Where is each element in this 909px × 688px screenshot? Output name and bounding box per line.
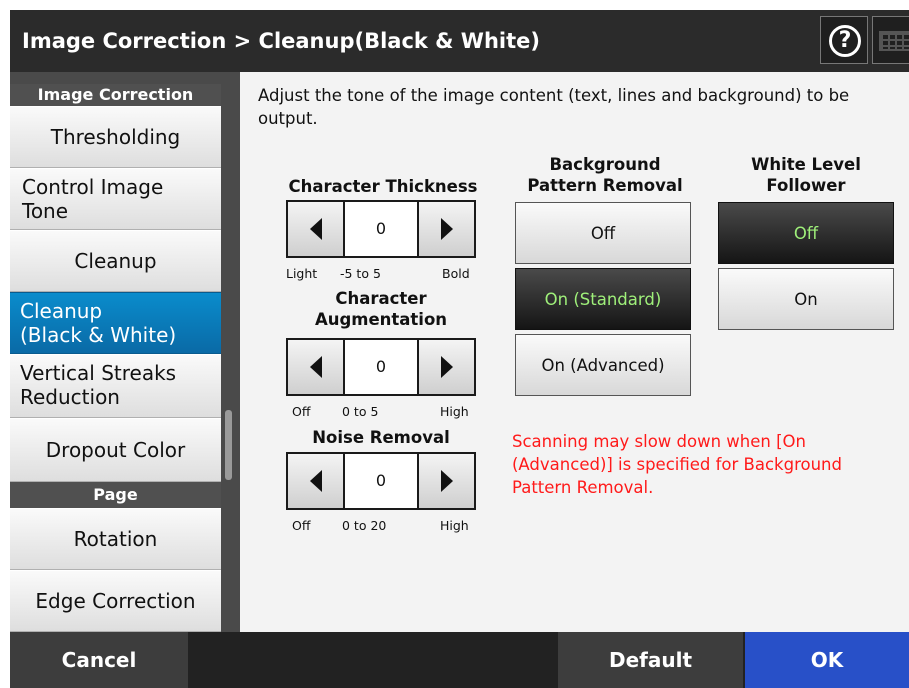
sidebar-item-control-image-tone[interactable]: Control Image Tone [10,168,221,230]
noise-removal-label: Noise Removal [312,428,450,447]
label-line: Background [549,155,661,174]
description-line: Adjust the tone of the image content (te… [258,86,850,105]
white-level-on-button[interactable]: On [718,268,894,330]
character-thickness-stepper: 0 [286,200,476,258]
label-line: Character [335,289,427,308]
white-level-off-button[interactable]: Off [718,202,894,264]
sidebar-item-thresholding[interactable]: Thresholding [10,106,221,168]
white-level-follower-label: White Level Follower [718,154,894,196]
sidebar-item-cleanup[interactable]: Cleanup [10,230,221,292]
arrow-right-icon [440,356,453,378]
help-icon: ? [829,25,861,57]
character-thickness-range: Light -5 to 5 Bold [286,266,486,282]
range-min-label: Off [292,518,311,533]
default-button[interactable]: Default [558,632,743,688]
character-augmentation-stepper: 0 [286,338,476,396]
arrow-left-icon [309,356,322,378]
sidebar-item-label: Vertical Streaks [20,361,177,385]
arrow-right-icon [440,218,453,240]
sidebar: Image Correction Thresholding Control Im… [10,84,221,632]
footer-bar: Cancel Default OK [10,632,909,688]
warning-line: Scanning may slow down when [On [512,432,806,451]
help-button[interactable]: ? [820,16,868,64]
increase-button[interactable] [419,454,474,508]
noise-removal-value: 0 [345,454,417,508]
arrow-left-icon [309,218,322,240]
sidebar-item-label: (Black & White) [20,323,177,347]
description-line: output. [258,109,318,128]
noise-removal-range: Off 0 to 20 High [292,518,492,534]
sidebar-item-dropout-color[interactable]: Dropout Color [10,418,221,482]
increase-button[interactable] [419,202,474,256]
arrow-left-icon [309,470,322,492]
label-line: Augmentation [314,310,448,329]
bg-pattern-off-button[interactable]: Off [515,202,691,264]
range-min-label: Light [286,266,318,281]
decrease-button[interactable] [288,340,343,394]
range-label: 0 to 5 [342,404,379,419]
sidebar-item-label: Control Image [22,175,164,199]
character-augmentation-range: Off 0 to 5 High [292,404,492,420]
label-line: Pattern Removal [527,176,683,195]
title-bar: Image Correction > Cleanup(Black & White… [10,10,909,72]
warning-line: Pattern Removal. [512,478,654,497]
settings-panel: Adjust the tone of the image content (te… [240,72,909,632]
character-augmentation-label: Character Augmentation [286,288,476,330]
bg-pattern-on-advanced-button[interactable]: On (Advanced) [515,334,691,396]
cancel-button[interactable]: Cancel [10,632,188,688]
ok-button[interactable]: OK [745,632,909,688]
range-label: -5 to 5 [340,266,381,281]
range-max-label: Bold [442,266,470,281]
bg-pattern-on-standard-button[interactable]: On (Standard) [515,268,691,330]
warning-message: Scanning may slow down when [On (Advance… [512,430,902,499]
label-line: Follower [766,176,846,195]
keyboard-button[interactable] [872,16,909,64]
decrease-button[interactable] [288,454,343,508]
label-line: White Level [751,155,861,174]
sidebar-section-image-correction: Image Correction [10,84,221,106]
sidebar-item-rotation[interactable]: Rotation [10,508,221,570]
increase-button[interactable] [419,340,474,394]
sidebar-item-edge-correction[interactable]: Edge Correction [10,570,221,632]
range-max-label: High [440,404,469,419]
decrease-button[interactable] [288,202,343,256]
sidebar-item-cleanup-black-white[interactable]: Cleanup (Black & White) [10,292,221,354]
background-pattern-removal-label: Background Pattern Removal [510,154,700,196]
arrow-right-icon [440,470,453,492]
sidebar-item-vertical-streaks-reduction[interactable]: Vertical Streaks Reduction [10,354,221,418]
range-min-label: Off [292,404,311,419]
character-thickness-value: 0 [345,202,417,256]
keyboard-icon [879,31,909,51]
character-thickness-label: Character Thickness [288,177,478,196]
range-label: 0 to 20 [342,518,387,533]
character-augmentation-value: 0 [345,340,417,394]
range-max-label: High [440,518,469,533]
description-text: Adjust the tone of the image content (te… [258,84,909,130]
warning-line: (Advanced)] is specified for Background [512,455,842,474]
sidebar-item-label: Cleanup [20,299,103,323]
sidebar-scrollbar[interactable] [225,410,232,480]
noise-removal-stepper: 0 [286,452,476,510]
sidebar-item-label: Reduction [20,385,120,409]
page-title: Image Correction > Cleanup(Black & White… [22,29,540,53]
sidebar-section-page: Page [10,482,221,508]
sidebar-item-label: Tone [22,199,69,223]
